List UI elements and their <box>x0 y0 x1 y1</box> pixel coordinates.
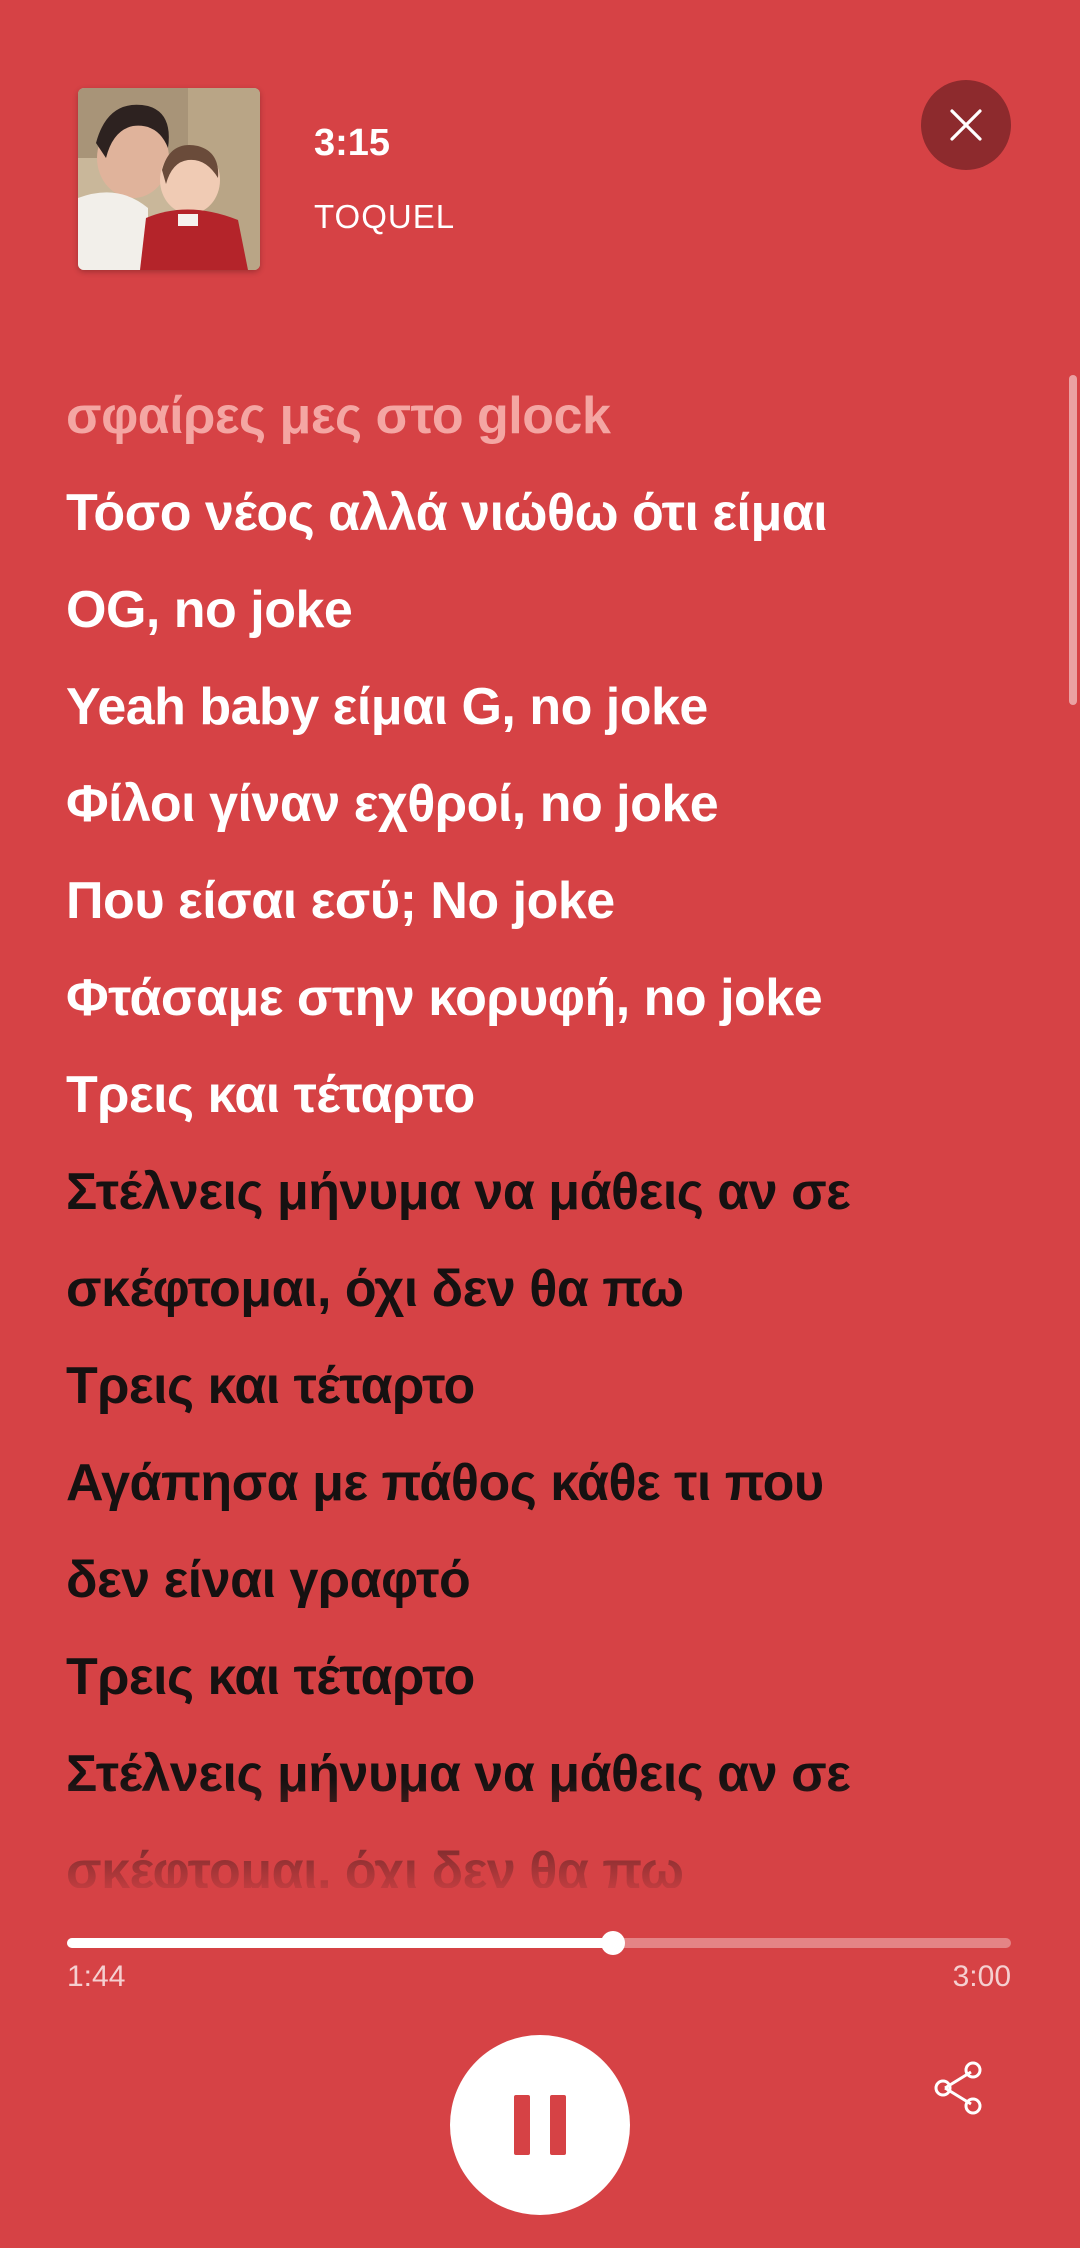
lyric-line[interactable]: σκέφτομαι, όχι δεν θα πω <box>66 1823 1026 1888</box>
lyrics-list[interactable]: σφαίρες μες στο glock Τόσο νέος αλλά νιώθ… <box>66 368 1026 1888</box>
close-button[interactable] <box>921 80 1011 170</box>
pause-button[interactable] <box>450 2035 630 2215</box>
lyric-line[interactable]: Τρεις και τέταρτο <box>66 1047 1026 1144</box>
share-icon <box>934 2061 982 2115</box>
lyric-line[interactable]: σφαίρες μες στο glock <box>66 368 1026 465</box>
lyric-line[interactable]: σκέφτομαι, όχι δεν θα πω <box>66 1241 1026 1338</box>
share-button[interactable] <box>918 2048 998 2128</box>
lyric-line[interactable]: Φίλοι γίναν εχθροί, no joke <box>66 756 1026 853</box>
lyric-line[interactable]: Τρεις και τέταρτο <box>66 1338 1026 1435</box>
lyric-line[interactable]: δεν είναι γραφτό <box>66 1532 1026 1629</box>
lyric-line[interactable]: Yeah baby είμαι G, no joke <box>66 659 1026 756</box>
progress-fill <box>67 1938 613 1948</box>
lyric-line[interactable]: Αγάπησα με πάθος κάθε τι που <box>66 1435 1026 1532</box>
pause-icon <box>514 2095 566 2155</box>
lyric-line[interactable]: OG, no joke <box>66 562 1026 659</box>
elapsed-time: 1:44 <box>67 1960 126 1993</box>
song-title: 3:15 <box>314 122 391 164</box>
lyric-line[interactable]: Φτάσαμε στην κορυφή, no joke <box>66 950 1026 1047</box>
total-time: 3:00 <box>952 1960 1011 1993</box>
lyric-line[interactable]: Τρεις και τέταρτο <box>66 1629 1026 1726</box>
artist-name[interactable]: TOQUEL <box>314 198 455 236</box>
progress-handle[interactable] <box>600 1931 625 1955</box>
close-icon <box>950 109 982 141</box>
now-playing-header: 3:15 TOQUEL <box>0 0 1080 320</box>
lyric-line[interactable]: Στέλνεις μήνυμα να μάθεις αν σε <box>66 1726 1026 1823</box>
playback-progress-bar[interactable] <box>67 1931 1011 1955</box>
lyric-line[interactable]: Στέλνεις μήνυμα να μάθεις αν σε <box>66 1144 1026 1241</box>
lyrics-scrollbar[interactable] <box>1069 375 1077 705</box>
album-art <box>78 88 260 270</box>
lyric-line[interactable]: Τόσο νέος αλλά νιώθω ότι είμαι <box>66 465 1026 562</box>
lyric-line[interactable]: Που είσαι εσύ; No joke <box>66 853 1026 950</box>
